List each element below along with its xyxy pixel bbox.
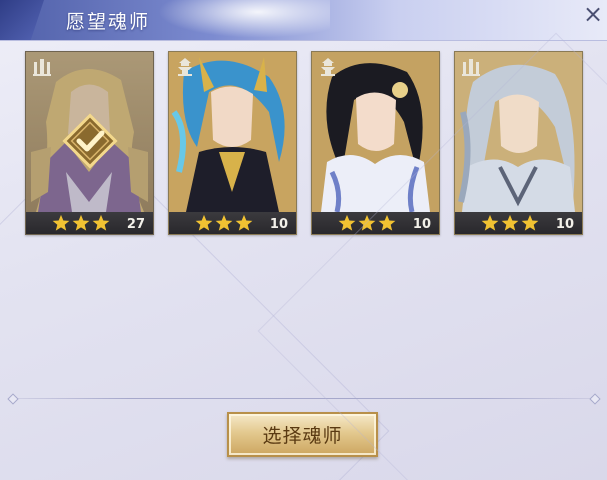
pagoda-icon xyxy=(174,56,196,78)
divider xyxy=(12,398,595,399)
tower-icon xyxy=(460,56,482,78)
dialog-header: 愿望魂师 × xyxy=(0,0,607,41)
tower-icon xyxy=(31,56,53,78)
soul-master-card-4[interactable]: 10 xyxy=(454,51,583,235)
star-icon xyxy=(235,214,253,231)
divider-end-ornament xyxy=(589,393,601,405)
card-footer: 10 xyxy=(169,212,296,234)
star-icon xyxy=(481,214,499,231)
level-label: 10 xyxy=(555,217,574,232)
close-button[interactable]: × xyxy=(579,0,607,28)
star-icon xyxy=(52,214,70,231)
pagoda-icon xyxy=(317,56,339,78)
star-icon xyxy=(378,214,396,231)
star-icon xyxy=(358,214,376,231)
star-rating xyxy=(195,213,253,233)
star-rating xyxy=(338,213,396,233)
close-icon: × xyxy=(582,0,604,28)
star-rating xyxy=(52,213,110,233)
card-footer: 10 xyxy=(455,212,582,234)
star-icon xyxy=(215,214,233,231)
star-icon xyxy=(521,214,539,231)
header-accent xyxy=(0,0,44,40)
dialog-title: 愿望魂师 xyxy=(66,11,151,33)
checkmark-icon xyxy=(62,113,118,169)
divider-end-ornament xyxy=(7,393,19,405)
card-footer: 27 xyxy=(26,212,153,234)
level-label: 27 xyxy=(126,217,145,232)
card-footer: 10 xyxy=(312,212,439,234)
star-icon xyxy=(92,214,110,231)
select-soul-master-button[interactable]: 选择魂师 xyxy=(227,412,378,457)
star-rating xyxy=(481,213,539,233)
level-label: 10 xyxy=(269,217,288,232)
level-label: 10 xyxy=(412,217,431,232)
wish-soul-master-dialog: 愿望魂师 × 27 10 10 10 选择魂师 xyxy=(0,0,607,480)
star-icon xyxy=(72,214,90,231)
header-glow xyxy=(150,0,330,40)
star-icon xyxy=(195,214,213,231)
soul-master-card-3[interactable]: 10 xyxy=(311,51,440,235)
soul-master-card-1[interactable]: 27 xyxy=(25,51,154,235)
star-icon xyxy=(338,214,356,231)
soul-master-card-2[interactable]: 10 xyxy=(168,51,297,235)
star-icon xyxy=(501,214,519,231)
